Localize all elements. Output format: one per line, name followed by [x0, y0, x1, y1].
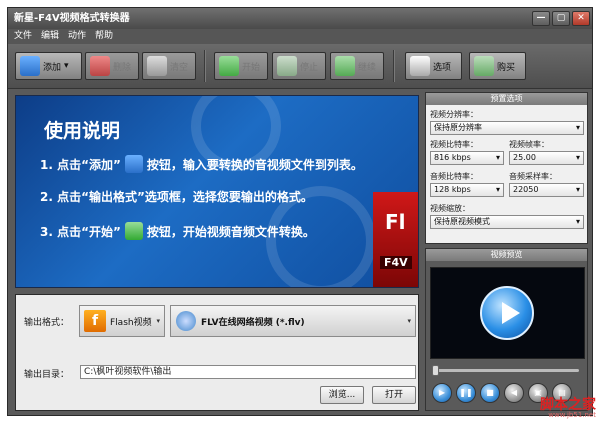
output-dir-input[interactable]: C:\枫叶视频软件\输出 [80, 365, 416, 379]
instruction-step-3: 3. 点击“开始” 按钮，开始视频音频文件转换。 [40, 222, 315, 240]
toolbar-separator [204, 50, 206, 82]
menu-bar: 文件 编辑 动作 帮助 [8, 29, 592, 44]
video-preview-header: 视频预览 [426, 249, 587, 261]
maximize-button[interactable]: ▢ [552, 11, 570, 26]
preview-screen [430, 267, 585, 359]
flash-icon: f [84, 310, 106, 332]
framerate-label: 视频帧率： [509, 140, 549, 149]
output-panel: 输出格式： f Flash视频 ▾ FLV在线网络视频 (*.flv) ▾ 输出… [15, 294, 419, 411]
browse-button[interactable]: 浏览... [320, 386, 364, 404]
instruction-step-1: 1. 点击“添加” 按钮，输入要转换的音视频文件到列表。 [40, 155, 363, 173]
video-bitrate-label: 视频比特率： [430, 140, 478, 149]
video-preview-panel: 视频预览 ▶ ❚❚ ■ ◀ ▣ ▤ [425, 248, 588, 411]
minimize-button[interactable]: — [532, 11, 550, 26]
resume-icon [335, 56, 355, 76]
output-format-select[interactable]: f Flash视频 ▾ [79, 305, 165, 337]
options-icon [410, 56, 430, 76]
chevron-down-icon: ▾ [156, 317, 160, 325]
menu-edit[interactable]: 编辑 [41, 29, 59, 44]
output-dir-label: 输出目录： [24, 370, 70, 380]
delete-icon [90, 56, 110, 76]
banner-title: 使用说明 [44, 120, 121, 142]
add-button[interactable]: 添加 ▾ [15, 52, 82, 80]
instruction-step-2: 2. 点击“输出格式”选项框，选择您要输出的格式。 [40, 190, 313, 204]
buy-button[interactable]: 购买 [469, 52, 526, 80]
window-title: 新星-F4V视频格式转换器 [14, 13, 130, 24]
start-icon [219, 56, 239, 76]
watermark-url: www.jb51.net [548, 411, 596, 419]
stop-icon [277, 56, 297, 76]
samplerate-select[interactable]: 22050 [509, 183, 584, 197]
menu-file[interactable]: 文件 [14, 29, 32, 44]
scale-select[interactable]: 保持原视频模式 [430, 215, 584, 229]
audio-bitrate-select[interactable]: 128 kbps [430, 183, 504, 197]
clear-button[interactable]: 清空 [142, 52, 196, 80]
output-subformat-select[interactable]: FLV在线网络视频 (*.flv) ▾ [170, 305, 416, 337]
video-bitrate-select[interactable]: 816 kbps [430, 151, 504, 165]
add-file-icon [20, 56, 40, 76]
flv-format-icon [176, 311, 196, 331]
flv-logo: Fl F4V [373, 192, 418, 287]
title-bar: 新星-F4V视频格式转换器 — ▢ ✕ [8, 8, 592, 29]
cart-icon [474, 56, 494, 76]
instructions-banner: 使用说明 1. 点击“添加” 按钮，输入要转换的音视频文件到列表。 2. 点击“… [15, 95, 419, 288]
clear-icon [147, 56, 167, 76]
preset-options-panel: 预置选项 视频分辨率： 保持原分辨率 视频比特率： 视频帧率： 816 kbps… [425, 92, 588, 244]
resolution-select[interactable]: 保持原分辨率 [430, 121, 584, 135]
play-icon[interactable]: ▶ [432, 383, 452, 403]
start-icon [124, 222, 143, 240]
resume-button[interactable]: 继续 [330, 52, 384, 80]
audio-bitrate-label: 音频比特率： [430, 172, 478, 181]
menu-help[interactable]: 帮助 [95, 29, 113, 44]
watermark: 脚本之家 www.jb51.net [540, 398, 596, 419]
seek-slider-handle[interactable] [432, 365, 439, 376]
preset-options-header: 预置选项 [426, 93, 587, 105]
play-big-icon[interactable] [480, 286, 534, 340]
main-window: 新星-F4V视频格式转换器 — ▢ ✕ 文件 编辑 动作 帮助 添加 ▾ 删除 … [7, 7, 593, 416]
close-button[interactable]: ✕ [572, 11, 590, 26]
seek-slider[interactable] [432, 365, 579, 376]
delete-button[interactable]: 删除 [85, 52, 139, 80]
chevron-down-icon: ▾ [407, 317, 411, 325]
menu-action[interactable]: 动作 [68, 29, 86, 44]
toolbar-separator [393, 50, 395, 82]
stop-button[interactable]: 停止 [272, 52, 326, 80]
start-button[interactable]: 开始 [214, 52, 268, 80]
toolbar: 添加 ▾ 删除 清空 开始 停止 继续 选项 购买 [8, 44, 592, 89]
scale-label: 视频缩放： [430, 204, 470, 213]
volume-icon[interactable]: ◀ [504, 383, 524, 403]
resolution-label: 视频分辨率： [430, 110, 478, 119]
stop-icon[interactable]: ■ [480, 383, 500, 403]
framerate-select[interactable]: 25.00 [509, 151, 584, 165]
open-button[interactable]: 打开 [372, 386, 416, 404]
options-button[interactable]: 选项 [405, 52, 462, 80]
add-dropdown-icon[interactable]: ▾ [64, 61, 69, 71]
add-file-icon [124, 155, 143, 173]
pause-icon[interactable]: ❚❚ [456, 383, 476, 403]
watermark-text: 脚本之家 [540, 397, 596, 413]
samplerate-label: 音频采样率： [509, 172, 557, 181]
output-format-label: 输出格式： [24, 318, 70, 328]
